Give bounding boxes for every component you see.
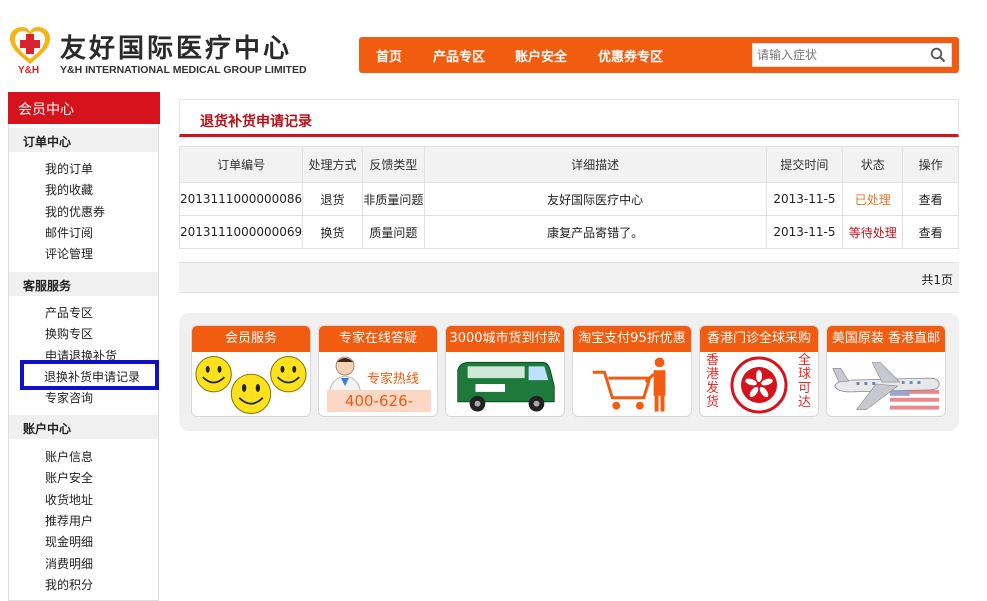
- table-header-row: 订单编号 处理方式 反馈类型 详细描述 提交时间 状态 操作: [178, 146, 959, 183]
- page-count: 共1页: [921, 273, 953, 287]
- promo-expert-qa[interactable]: 专家在线答疑 专家热线 400-626-0998: [318, 325, 438, 417]
- pager-bar: 共1页: [179, 262, 959, 293]
- promo-title: 3000城市货到付款: [446, 326, 564, 352]
- cell-time: 2013-11-5: [765, 215, 844, 249]
- sidebar-item-exchange-zone[interactable]: 换购专区: [45, 325, 93, 342]
- hotline-label: 专家热线: [367, 372, 420, 387]
- view-link[interactable]: 查看: [902, 215, 959, 249]
- nav-coupons[interactable]: 优惠券专区: [598, 46, 663, 65]
- page-title: 退货补货申请记录: [200, 114, 312, 130]
- brand-name-cn: 友好国际医疗中心: [60, 34, 293, 64]
- sidebar-item-my-points[interactable]: 我的积分: [45, 576, 93, 593]
- sidebar-item-cash-details[interactable]: 现金明细: [45, 533, 93, 550]
- brand-logo[interactable]: Y&H 友好国际医疗中心 Y&H INTERNATIONAL MEDICAL G…: [8, 26, 348, 80]
- col-action: 操作: [902, 146, 959, 183]
- top-nav-bar: 首页 产品专区 账户安全 优惠券专区: [359, 37, 959, 73]
- vertical-text-hk-ship: 香港发货: [706, 353, 720, 410]
- sidebar-item-review-management[interactable]: 评论管理: [45, 245, 93, 262]
- cell-desc: 康复产品寄错了。: [423, 215, 767, 249]
- sidebar-item-favorites[interactable]: 我的收藏: [45, 181, 93, 198]
- promo-body: 香港发货 全球可达: [700, 352, 818, 416]
- member-sidebar: 会员中心 订单中心 我的订单 我的收藏 我的优惠券 邮件订阅 评论管理 客服服务…: [8, 92, 160, 601]
- smiley-faces-icon: [195, 355, 307, 415]
- promo-strip: 会员服务 专家在线答疑 专家热线 400-626- 3000城市货到付款 淘宝支…: [179, 313, 959, 431]
- section-account-center: 账户中心: [9, 415, 158, 439]
- sidebar-item-spending-details[interactable]: 消费明细: [45, 555, 93, 572]
- brand-badge: Y&H: [18, 65, 40, 76]
- col-submit-time: 提交时间: [765, 146, 844, 183]
- promo-title: 专家在线答疑: [319, 326, 437, 352]
- cell-type: 质量问题: [361, 215, 425, 249]
- sidebar-item-shipping-address[interactable]: 收货地址: [45, 491, 93, 508]
- cell-method: 退货: [302, 182, 363, 216]
- hotline-number: 400-626-0998: [327, 390, 431, 416]
- search-icon[interactable]: [930, 47, 946, 63]
- cell-time: 2013-11-5: [765, 182, 844, 216]
- promo-us-original[interactable]: 美国原装 香港直邮: [826, 325, 946, 417]
- sidebar-item-account-security[interactable]: 账户安全: [45, 469, 93, 486]
- promo-title: 淘宝支付95折优惠: [573, 326, 691, 352]
- cell-type: 非质量问题: [361, 182, 425, 216]
- airplane-icon: [832, 362, 940, 412]
- sidebar-item-product-zone[interactable]: 产品专区: [45, 304, 93, 321]
- promo-member-service[interactable]: 会员服务: [191, 325, 311, 417]
- search-box: [752, 43, 952, 67]
- sidebar-item-return-records[interactable]: 退换补货申请记录: [20, 360, 159, 390]
- sidebar-item-coupons[interactable]: 我的优惠券: [45, 203, 105, 220]
- cell-order-no: 2013111000000086: [178, 182, 304, 216]
- cell-order-no: 2013111000000069: [178, 215, 304, 249]
- promo-hk-global[interactable]: 香港门诊全球采购 香港发货 全球可达: [699, 325, 819, 417]
- view-link[interactable]: 查看: [902, 182, 959, 216]
- sidebar-title: 会员中心: [8, 92, 160, 124]
- section-customer-service: 客服服务: [9, 272, 158, 296]
- col-feedback-type: 反馈类型: [361, 146, 425, 183]
- col-method: 处理方式: [302, 146, 363, 183]
- cell-method: 换货: [302, 215, 363, 249]
- table-row: 2013111000000086 退货 非质量问题 友好国际医疗中心 2013-…: [178, 182, 959, 216]
- nav-products[interactable]: 产品专区: [433, 46, 485, 65]
- delivery-van-icon: [457, 361, 555, 412]
- doctor-icon: [328, 356, 362, 394]
- col-description: 详细描述: [423, 146, 767, 183]
- sidebar-item-mail-subscription[interactable]: 邮件订阅: [45, 224, 93, 241]
- sidebar-item-referrals[interactable]: 推荐用户: [45, 512, 93, 529]
- heart-cross-logo-icon: [10, 27, 50, 64]
- status-badge: 等待处理: [842, 215, 904, 249]
- promo-title: 会员服务: [192, 326, 310, 352]
- sidebar-item-account-info[interactable]: 账户信息: [45, 448, 93, 465]
- nav-account-security[interactable]: 账户安全: [515, 46, 567, 65]
- vertical-text-global: 全球可达: [798, 353, 812, 410]
- hk-emblem-icon: [730, 356, 788, 414]
- sidebar-item-expert-consult[interactable]: 专家咨询: [45, 389, 93, 406]
- shopping-cart-icon: [592, 357, 666, 412]
- sidebar-item-my-orders[interactable]: 我的订单: [45, 160, 93, 177]
- promo-title: 香港门诊全球采购: [700, 326, 818, 352]
- promo-title: 美国原装 香港直邮: [827, 326, 945, 352]
- search-input[interactable]: [753, 44, 923, 66]
- section-order-center: 订单中心: [9, 128, 158, 152]
- promo-taobao-discount[interactable]: 淘宝支付95折优惠: [572, 325, 692, 417]
- promo-cash-on-delivery[interactable]: 3000城市货到付款: [445, 325, 565, 417]
- cell-desc: 友好国际医疗中心: [423, 182, 767, 216]
- nav-home[interactable]: 首页: [376, 46, 402, 65]
- promo-body: 专家热线 400-626-0998: [319, 352, 437, 416]
- return-records-table: 订单编号 处理方式 反馈类型 详细描述 提交时间 状态 操作 201311100…: [178, 146, 959, 249]
- col-order-no: 订单编号: [178, 146, 304, 183]
- main-title-bar: 退货补货申请记录: [179, 99, 959, 137]
- status-badge: 已处理: [842, 182, 904, 216]
- table-row: 2013111000000069 换货 质量问题 康复产品寄错了。 2013-1…: [178, 215, 959, 249]
- col-status: 状态: [842, 146, 904, 183]
- brand-name-en: Y&H INTERNATIONAL MEDICAL GROUP LIMITED: [60, 64, 307, 76]
